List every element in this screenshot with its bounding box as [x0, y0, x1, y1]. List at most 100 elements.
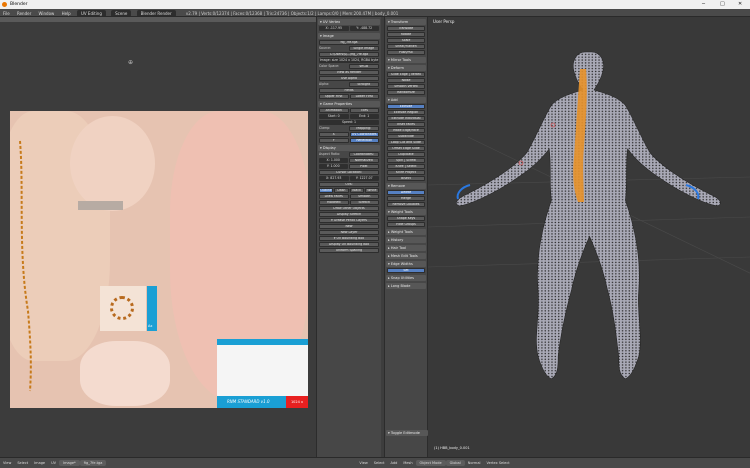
tool-header-weight-tools[interactable]: ▾ Weight Tools — [386, 209, 426, 215]
footer-image-4[interactable]: Image* — [59, 460, 80, 466]
tool-header-mirror-tools[interactable]: ▾ Mirror Tools — [386, 57, 426, 63]
control-y-488-72[interactable]: Y: -488.72 — [349, 26, 379, 31]
control-uniform-spacing[interactable]: Uniform Spacing — [319, 248, 379, 253]
control-draw-other-objects[interactable]: Draw Other Objects — [319, 206, 379, 211]
control-y-1227-07[interactable]: Y: 1227.07 — [349, 176, 379, 181]
menu-render[interactable]: Render — [14, 9, 34, 16]
tool-loop-cut-and-slide-button[interactable]: Loop Cut and Slide — [387, 140, 425, 145]
menu-file[interactable]: File — [0, 9, 13, 16]
control-display-stretch[interactable]: Display Stretch — [319, 212, 379, 217]
control-view-as-render[interactable]: View as Render — [319, 70, 379, 75]
uv-image-editor[interactable]: ⊕ Ax RNM STANDARD v1.0 1024 x 1024 — [0, 22, 316, 457]
panel-header-image[interactable]: ▾ Image — [318, 33, 380, 39]
tool-shelf[interactable]: ▾ Transform Translate Rotate Scale Shear/Fla… — [384, 17, 428, 457]
footer-vertex-select-13[interactable]: Vertex Select — [483, 458, 512, 465]
control-reflection[interactable]: Reflection — [349, 138, 379, 143]
footer-select-7[interactable]: Select — [371, 458, 388, 465]
footer-fig-7fe-tga-5[interactable]: fig_7fe.tga — [79, 460, 107, 466]
tool-knife-project-button[interactable]: Knife Project — [387, 170, 425, 175]
control-upper-first[interactable]: Upper First — [319, 94, 349, 99]
control-stretch[interactable]: Stretch — [349, 200, 379, 205]
tool-rotate-button[interactable]: Rotate — [387, 32, 425, 37]
scene-selector[interactable]: Scene — [111, 10, 132, 16]
properties-sidebar[interactable]: ▾ UV Vertex X: -117.95 Y: -488.72 ▾ Image fi… — [316, 17, 381, 457]
tool-inset-faces-button[interactable]: Inset Faces — [387, 122, 425, 127]
footer-view-6[interactable]: View — [356, 458, 370, 465]
footer-normal-12[interactable]: Normal — [465, 458, 484, 465]
tool-duplicate-button[interactable]: Duplicate — [387, 152, 425, 157]
panel-header-game-properties[interactable]: ▾ Game Properties — [318, 101, 380, 107]
tool-set-button[interactable]: Set — [387, 268, 425, 273]
control-c-users-s-fig-7fe-tga[interactable]: C:\Users\s\...\fig_7fe.tga — [319, 52, 379, 57]
control-cursor-location[interactable]: Cursor Location: — [319, 170, 379, 175]
footer-add-8[interactable]: Add — [388, 458, 401, 465]
control-tiles[interactable]: Tiles — [349, 108, 379, 113]
footer-mesh-9[interactable]: Mesh — [400, 458, 415, 465]
tool-noise-button[interactable]: Noise — [387, 78, 425, 83]
tool-translate-button[interactable]: Translate — [387, 26, 425, 31]
tool-header-remove[interactable]: ▾ Remove — [386, 183, 426, 189]
tool-header-add[interactable]: ▾ Add — [386, 97, 426, 103]
control-fields[interactable]: Fields — [319, 88, 379, 93]
control-new-layer[interactable]: New Layer — [319, 230, 379, 235]
maximize-button[interactable]: □ — [720, 1, 725, 7]
minimize-button[interactable]: ─ — [702, 1, 705, 7]
control-grease-pencil-layers[interactable]: ▾ Grease Pencil Layers — [319, 218, 379, 223]
footer-uv-3[interactable]: UV — [48, 458, 59, 465]
control-lower-first[interactable]: Lower First — [349, 94, 379, 99]
control-x[interactable]: X — [319, 132, 349, 137]
tool-extrude-button[interactable]: Extrude — [387, 104, 425, 109]
tool-randomize-button[interactable]: Randomize — [387, 90, 425, 95]
control-pixel[interactable]: Pixel — [348, 164, 379, 169]
tool-extrude-region-button[interactable]: Extrude Region — [387, 110, 425, 115]
control-use-alpha[interactable]: Use Alpha — [319, 76, 379, 81]
footer-view-0[interactable]: View — [0, 458, 14, 465]
tool-header-deform[interactable]: ▾ Deform — [386, 65, 426, 71]
control-new[interactable]: New — [319, 224, 379, 229]
control-image-size-1024-x-1024-rgba-byte[interactable]: Image: size 1024 x 1024, RGBA byte — [319, 58, 379, 63]
tool-header-transform[interactable]: ▾ Transform — [386, 19, 426, 25]
tool-make-edge-face-button[interactable]: Make Edge/Face — [387, 128, 425, 133]
control-speed-1[interactable]: Speed: 1 — [319, 120, 379, 125]
control-x-1-000[interactable]: X: 1.000 — [319, 158, 348, 163]
control-y-1-000[interactable]: Y: 1.000 — [319, 164, 348, 169]
control-start-0[interactable]: Start: 0 — [319, 114, 349, 119]
panel-header-uv-vertex[interactable]: ▾ UV Vertex — [318, 19, 380, 25]
control-srgb[interactable]: sRGB — [348, 64, 379, 69]
close-button[interactable]: ✕ — [738, 1, 742, 7]
render-engine-selector[interactable]: Blender Render — [136, 10, 176, 16]
uv-texture-image[interactable]: Ax RNM STANDARD v1.0 1024 x 1024 — [10, 111, 308, 408]
tool-spin-screw-button[interactable]: Spin | Screw — [387, 158, 425, 163]
control-straight[interactable]: Straight — [348, 82, 379, 87]
control-single-image[interactable]: Single Image — [348, 46, 379, 51]
control-white[interactable]: White — [364, 188, 379, 193]
tool-remove-doubles-button[interactable]: Remove Doubles — [387, 202, 425, 207]
control-uv-coordinates[interactable]: UV Coordinates — [349, 132, 379, 137]
tool-hide-groups-button[interactable]: Hide Groups — [387, 222, 425, 227]
tool-shape-keys-button[interactable]: Shape Keys — [387, 216, 425, 221]
control-display-uv-bounding-box[interactable]: Display UV Bounding Box — [319, 242, 379, 247]
control-end-1[interactable]: End: 1 — [349, 114, 379, 119]
tool-header-mesh-edit-tools[interactable]: ▸ Mesh Edit Tools — [386, 253, 426, 259]
control-uv-bounding-box[interactable]: ▾ UV Bounding Box — [319, 236, 379, 241]
tool-offset-edge-slide-button[interactable]: Offset Edge Slide — [387, 146, 425, 151]
control-x-117-95[interactable]: X: -117.95 — [319, 26, 349, 31]
footer-image-2[interactable]: Image — [31, 458, 48, 465]
3d-viewport[interactable]: User Persp (1) HBB_body_0.001 — [428, 17, 750, 457]
tool-scale-button[interactable]: Scale — [387, 38, 425, 43]
menu-help[interactable]: Help — [59, 9, 74, 16]
menu-window[interactable]: Window — [36, 9, 58, 16]
tool-extrude-individual-button[interactable]: Extrude Individual — [387, 116, 425, 121]
control-modified[interactable]: Modified — [319, 200, 349, 205]
tool-slide-edge-vertex-button[interactable]: Slide Edge | Vertex — [387, 72, 425, 77]
tool-smooth-vertex-button[interactable]: Smooth Vertex — [387, 84, 425, 89]
tool-header-weight-tools[interactable]: ▸ Weight Tools — [386, 229, 426, 235]
control-animation[interactable]: Animation — [319, 108, 349, 113]
control-fig-7fe-tga[interactable]: fig_7fe.tga — [319, 40, 379, 45]
control-outline[interactable]: Outline — [319, 188, 334, 193]
tool-header-history[interactable]: ▸ History — [386, 237, 426, 243]
control-uvs[interactable]: UVs: — [319, 182, 379, 187]
panel-header-display[interactable]: ▾ Display — [318, 145, 380, 151]
tool-merge-button[interactable]: Merge — [387, 196, 425, 201]
control-coordinates[interactable]: Coordinates: — [348, 152, 379, 157]
